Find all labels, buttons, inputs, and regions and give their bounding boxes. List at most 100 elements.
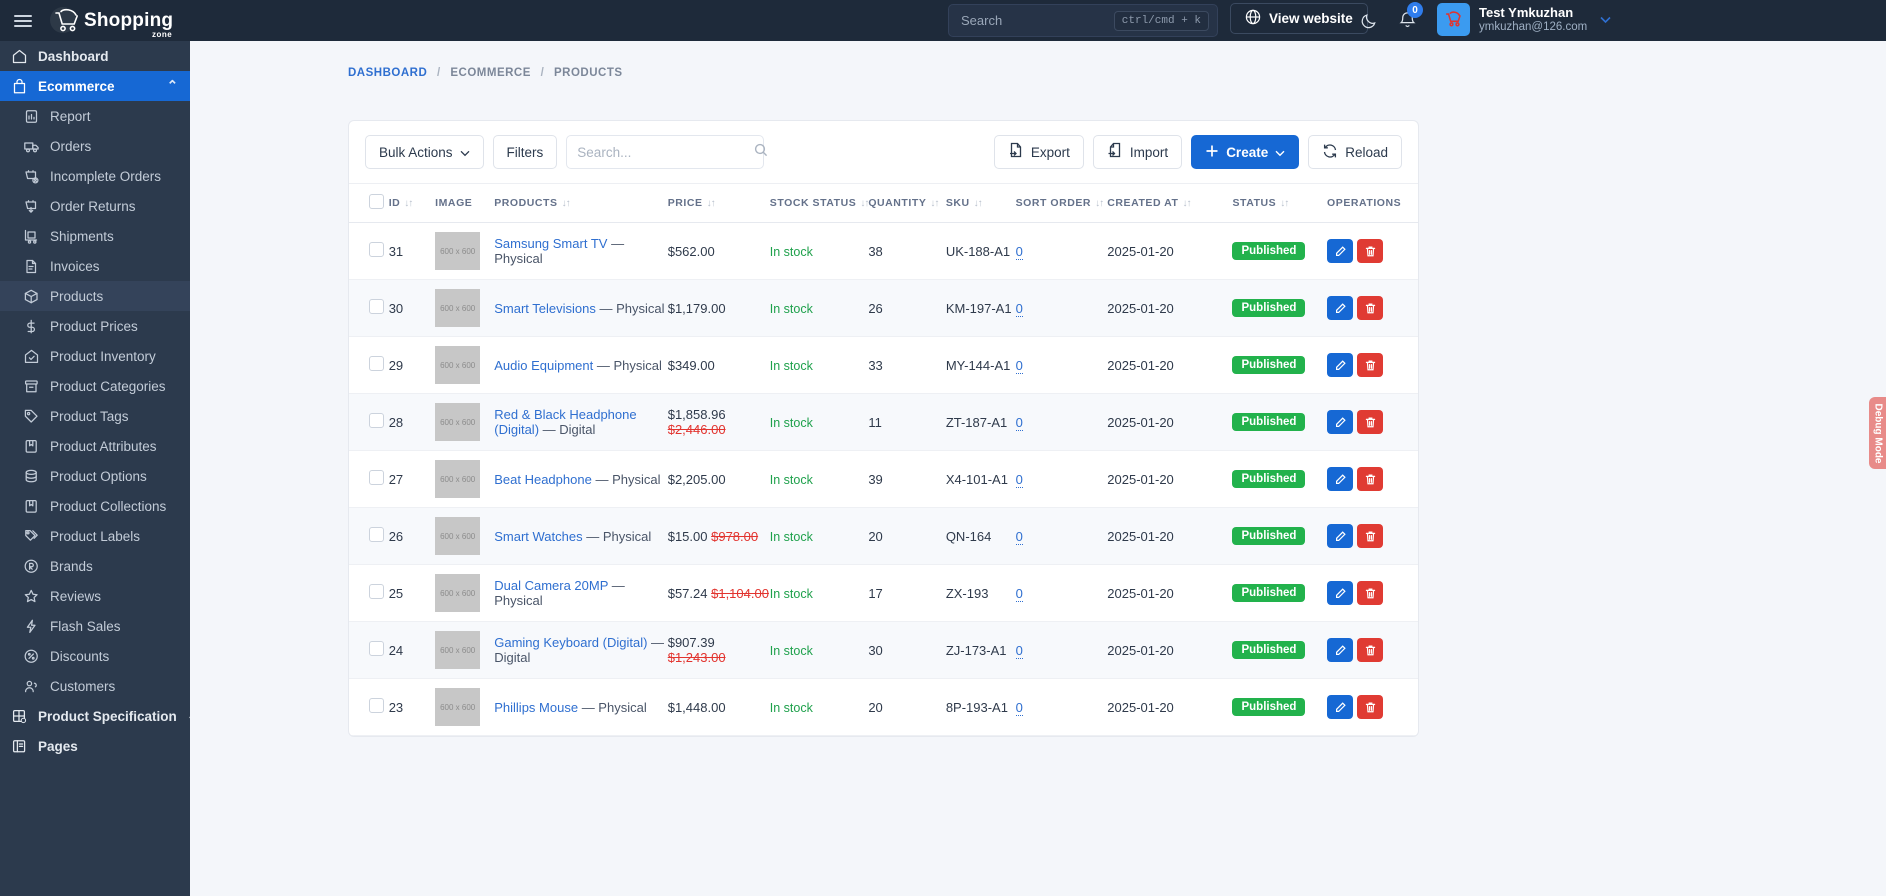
row-checkbox[interactable] [369, 470, 384, 485]
edit-button[interactable] [1327, 524, 1354, 548]
sort-order-value[interactable]: 0 [1015, 585, 1023, 602]
col-header-products[interactable]: PRODUCTS ↓↑ [494, 183, 668, 223]
sort-order-value[interactable]: 0 [1015, 528, 1023, 545]
sort-arrows-icon[interactable]: ↓↑ [404, 198, 413, 209]
col-header-quantity[interactable]: QUANTITY ↓↑ [868, 183, 946, 223]
product-link[interactable]: Gaming Keyboard (Digital) [494, 635, 647, 650]
product-link[interactable]: Smart Televisions [494, 301, 596, 316]
sidebar-item-incomplete-orders[interactable]: Incomplete Orders [0, 161, 190, 191]
edit-button[interactable] [1327, 353, 1354, 377]
sort-arrows-icon[interactable]: ↓↑ [974, 198, 983, 209]
delete-button[interactable] [1357, 239, 1384, 263]
breadcrumb-ecommerce[interactable]: ECOMMERCE [450, 67, 531, 79]
sidebar-item-dashboard[interactable]: Dashboard [0, 41, 190, 71]
sort-order-value[interactable]: 0 [1015, 471, 1023, 488]
sidebar-item-invoices[interactable]: Invoices [0, 251, 190, 281]
sidebar-item-brands[interactable]: Brands [0, 551, 190, 581]
delete-button[interactable] [1357, 353, 1384, 377]
sidebar-item-product-specification[interactable]: Product Specification⌄ [0, 701, 190, 731]
table-search[interactable] [566, 135, 768, 169]
delete-button[interactable] [1357, 467, 1384, 491]
edit-button[interactable] [1327, 467, 1354, 491]
sidebar-item-product-options[interactable]: Product Options [0, 461, 190, 491]
delete-button[interactable] [1357, 695, 1384, 719]
select-all-checkbox[interactable] [369, 194, 384, 209]
product-link[interactable]: Beat Headphone [494, 472, 592, 487]
sidebar-item-customers[interactable]: Customers [0, 671, 190, 701]
sidebar-item-products[interactable]: Products [0, 281, 190, 311]
sidebar-item-report[interactable]: Report [0, 101, 190, 131]
breadcrumb-dashboard[interactable]: DASHBOARD [348, 67, 427, 79]
edit-button[interactable] [1327, 239, 1354, 263]
sort-order-value[interactable]: 0 [1015, 699, 1023, 716]
create-button[interactable]: Create [1191, 135, 1300, 169]
import-button[interactable]: Import [1092, 135, 1183, 169]
product-link[interactable]: Samsung Smart TV [494, 236, 607, 251]
sidebar-item-flash-sales[interactable]: Flash Sales [0, 611, 190, 641]
row-checkbox[interactable] [369, 641, 384, 656]
product-link[interactable]: Smart Watches [494, 529, 582, 544]
sort-order-value[interactable]: 0 [1015, 243, 1023, 260]
delete-button[interactable] [1357, 410, 1384, 434]
sidebar-item-product-categories[interactable]: Product Categories [0, 371, 190, 401]
row-checkbox[interactable] [369, 413, 384, 428]
user-menu[interactable]: Test Ymkuzhan ymkuzhan@126.com [1437, 3, 1611, 36]
sidebar-item-reviews[interactable]: Reviews [0, 581, 190, 611]
sidebar-item-product-collections[interactable]: Product Collections [0, 491, 190, 521]
notifications-button[interactable]: 0 [1398, 2, 1423, 35]
delete-button[interactable] [1357, 296, 1384, 320]
product-link[interactable]: Audio Equipment [494, 358, 593, 373]
row-checkbox[interactable] [369, 356, 384, 371]
col-header-created-at[interactable]: CREATED AT ↓↑ [1107, 183, 1233, 223]
row-checkbox[interactable] [369, 527, 384, 542]
col-header-sort-order[interactable]: SORT ORDER ↓↑ [1015, 183, 1108, 223]
sidebar-item-discounts[interactable]: Discounts [0, 641, 190, 671]
brand-logo[interactable]: Shopping zone [50, 6, 173, 39]
sort-arrows-icon[interactable]: ↓↑ [930, 198, 939, 209]
chevron-icon[interactable]: ⌃ [167, 78, 178, 94]
search-input[interactable] [577, 144, 755, 160]
row-checkbox[interactable] [369, 242, 384, 257]
debug-mode-tab[interactable]: Debug Mode [1869, 397, 1886, 469]
view-website-button[interactable]: View website [1230, 3, 1368, 34]
sidebar-item-orders[interactable]: Orders [0, 131, 190, 161]
col-header-price[interactable]: PRICE ↓↑ [667, 183, 770, 223]
sidebar-item-product-labels[interactable]: Product Labels [0, 521, 190, 551]
delete-button[interactable] [1357, 581, 1384, 605]
edit-button[interactable] [1327, 581, 1354, 605]
sort-arrows-icon[interactable]: ↓↑ [1280, 198, 1289, 209]
delete-button[interactable] [1357, 638, 1384, 662]
col-header-id[interactable]: ID ↓↑ [388, 183, 436, 223]
col-header-stock-status[interactable]: STOCK STATUS ↓↑ [769, 183, 869, 223]
menu-toggle-icon[interactable] [14, 12, 32, 30]
bulk-actions-button[interactable]: Bulk Actions [365, 135, 484, 169]
edit-button[interactable] [1327, 410, 1354, 434]
global-search[interactable]: Search ctrl/cmd + k [948, 4, 1218, 37]
sort-arrows-icon[interactable]: ↓↑ [707, 198, 716, 209]
sort-order-value[interactable]: 0 [1015, 414, 1023, 431]
sidebar-item-product-prices[interactable]: Product Prices [0, 311, 190, 341]
dark-mode-toggle[interactable] [1360, 11, 1379, 35]
sidebar-item-product-attributes[interactable]: Product Attributes [0, 431, 190, 461]
sidebar-item-pages[interactable]: Pages [0, 731, 190, 761]
sidebar-item-product-inventory[interactable]: Product Inventory [0, 341, 190, 371]
sort-arrows-icon[interactable]: ↓↑ [860, 198, 869, 209]
edit-button[interactable] [1327, 296, 1354, 320]
sidebar-item-order-returns[interactable]: Order Returns [0, 191, 190, 221]
reload-button[interactable]: Reload [1308, 135, 1402, 169]
row-checkbox[interactable] [369, 299, 384, 314]
sidebar-item-shipments[interactable]: Shipments [0, 221, 190, 251]
row-checkbox[interactable] [369, 698, 384, 713]
sort-order-value[interactable]: 0 [1015, 642, 1023, 659]
row-checkbox[interactable] [369, 584, 384, 599]
col-header-status[interactable]: STATUS ↓↑ [1232, 183, 1328, 223]
delete-button[interactable] [1357, 524, 1384, 548]
product-link[interactable]: Dual Camera 20MP [494, 578, 608, 593]
export-button[interactable]: Export [993, 135, 1084, 169]
sort-order-value[interactable]: 0 [1015, 357, 1023, 374]
sort-arrows-icon[interactable]: ↓↑ [562, 198, 571, 209]
filters-button[interactable]: Filters [492, 135, 558, 169]
col-header-sku[interactable]: SKU ↓↑ [945, 183, 1016, 223]
edit-button[interactable] [1327, 695, 1354, 719]
product-link[interactable]: Phillips Mouse [494, 700, 578, 715]
